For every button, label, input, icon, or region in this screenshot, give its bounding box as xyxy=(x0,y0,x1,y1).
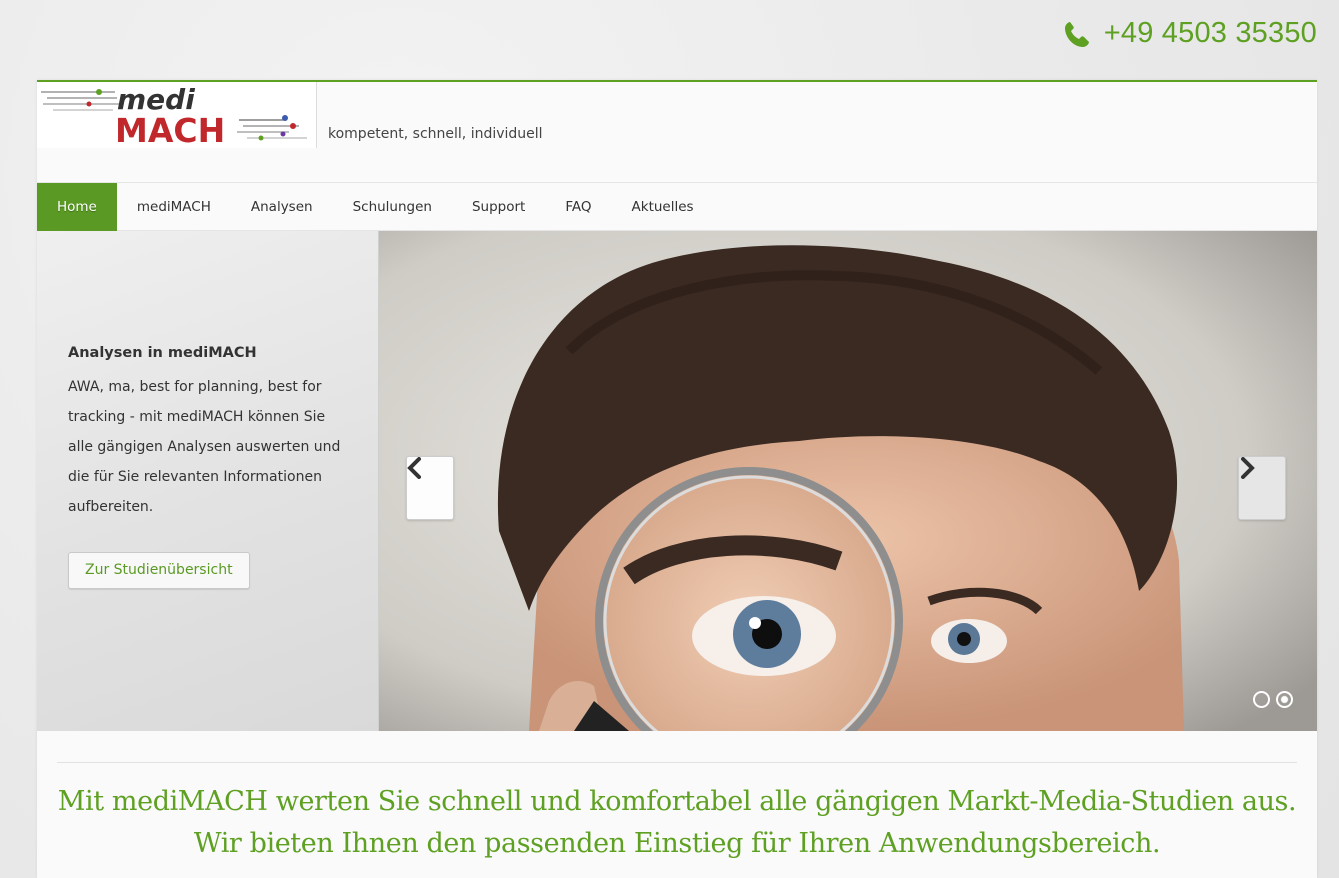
top-bar: +49 4503 35350 xyxy=(0,0,1339,80)
slider-dot-1[interactable] xyxy=(1253,691,1270,708)
page-container: medi MACH kompetent, schnell, individuel… xyxy=(37,80,1317,878)
slider-next-button[interactable] xyxy=(1238,456,1286,520)
intro-headline: Mit mediMACH werten Sie schnell und komf… xyxy=(57,786,1297,859)
phone-number: +49 4503 35350 xyxy=(1103,17,1317,49)
nav-item-analysen[interactable]: Analysen xyxy=(231,183,333,231)
slide-title: Analysen in mediMACH xyxy=(68,345,257,361)
slide-caption: Analysen in mediMACH AWA, ma, best for p… xyxy=(37,231,379,731)
magnifier-man-image xyxy=(379,231,1317,731)
slider-pagination xyxy=(1253,691,1293,708)
hero-slider: Analysen in mediMACH AWA, ma, best for p… xyxy=(37,231,1317,731)
chevron-left-icon xyxy=(407,457,421,479)
site-header: medi MACH kompetent, schnell, individuel… xyxy=(37,82,1317,183)
divider xyxy=(57,762,1297,763)
phone-icon xyxy=(1064,20,1090,48)
nav-item-schulungen[interactable]: Schulungen xyxy=(333,183,452,231)
slider-dot-2[interactable] xyxy=(1276,691,1293,708)
studies-overview-button[interactable]: Zur Studienübersicht xyxy=(68,552,250,589)
logo-line2: MACH xyxy=(115,111,225,148)
nav-item-faq[interactable]: FAQ xyxy=(545,183,611,231)
slide-body: AWA, ma, best for planning, best for tra… xyxy=(68,379,341,515)
nav-item-medimach[interactable]: mediMACH xyxy=(117,183,231,231)
slide-image xyxy=(379,231,1317,731)
slider-prev-button[interactable] xyxy=(406,456,454,520)
nav-item-aktuelles[interactable]: Aktuelles xyxy=(612,183,714,231)
intro-section: Mit mediMACH werten Sie schnell und komf… xyxy=(37,731,1317,865)
nav-item-home[interactable]: Home xyxy=(37,183,117,231)
phone-contact[interactable]: +49 4503 35350 xyxy=(1064,17,1317,50)
logo[interactable]: medi MACH xyxy=(37,82,317,148)
site-tagline: kompetent, schnell, individuell xyxy=(328,126,543,142)
main-nav: Home mediMACH Analysen Schulungen Suppor… xyxy=(37,183,1317,231)
chevron-right-icon xyxy=(1241,457,1255,479)
nav-item-support[interactable]: Support xyxy=(452,183,545,231)
